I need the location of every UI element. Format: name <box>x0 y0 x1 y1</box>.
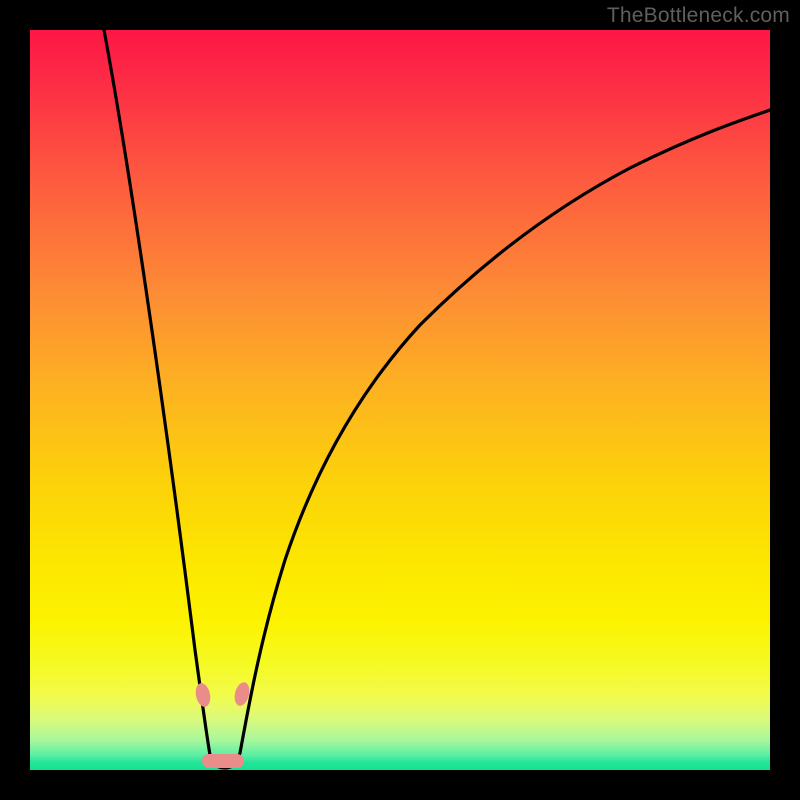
trough-marker <box>202 754 244 768</box>
curve-layer <box>30 30 770 770</box>
bottleneck-curve <box>104 30 770 768</box>
watermark-text: TheBottleneck.com <box>607 4 790 28</box>
chart-frame: TheBottleneck.com <box>0 0 800 800</box>
left-knee-marker <box>194 682 213 708</box>
marker-group <box>194 681 252 768</box>
plot-area <box>30 30 770 770</box>
